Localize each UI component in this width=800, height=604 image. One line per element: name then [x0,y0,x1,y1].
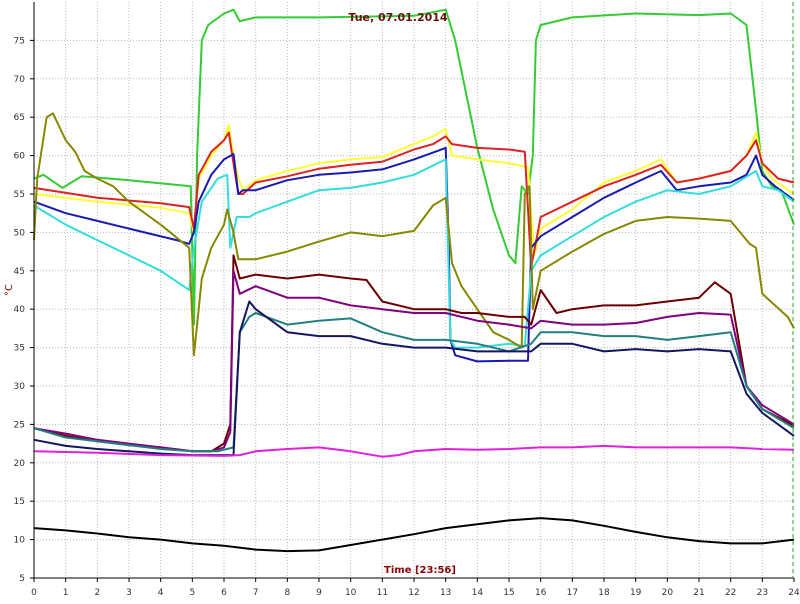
x-tick-label: 20 [662,588,674,598]
x-tick-label: 8 [284,588,290,598]
x-tick-label: 6 [221,588,227,598]
x-tick-label: 15 [503,588,514,598]
x-tick-label: 23 [757,588,768,598]
y-tick-label: 35 [14,344,25,354]
x-tick-label: 21 [693,588,704,598]
x-tick-label: 17 [567,588,578,598]
y-axis-label: °C [4,284,15,296]
x-tick-label: 22 [725,588,736,598]
x-tick-label: 13 [440,588,451,598]
x-tick-label: 16 [535,588,547,598]
x-tick-label: 12 [408,588,419,598]
x-tick-label: 10 [345,588,357,598]
y-tick-label: 15 [14,497,25,507]
y-tick-label: 20 [14,459,26,469]
y-tick-label: 75 [14,36,25,46]
y-tick-label: 5 [19,574,25,584]
y-tick-label: 60 [14,152,26,162]
line-chart: 0 1 2 3 4 5 6 7 8 9 10 11 12 13 14 15 16 17 18 19 20 21 22 23 24… [4,2,800,598]
y-tick-label: 10 [14,536,26,546]
x-tick-label: 19 [630,588,642,598]
chart-container: 0 1 2 3 4 5 6 7 8 9 10 11 12 13 14 15 16 17 18 19 20 21 22 23 24… [0,0,800,600]
y-tick-label: 55 [14,190,25,200]
x-tick-label: 11 [377,588,388,598]
x-tick-label: 14 [472,588,484,598]
x-tick-label: 4 [158,588,164,598]
y-tick-label: 45 [14,267,25,277]
x-tick-label: 3 [126,588,132,598]
y-tick-label: 25 [14,420,25,430]
x-axis-label: Time [23:56] [384,565,456,576]
x-tick-label: 5 [189,588,195,598]
x-tick-label: 24 [788,588,800,598]
y-tick-label: 70 [14,75,26,85]
chart-title: Tue, 07.01.2014 [348,11,448,24]
x-tick-label: 2 [94,588,100,598]
x-tick-label: 1 [63,588,69,598]
x-tick-label: 9 [316,588,322,598]
x-tick-label: 0 [31,588,37,598]
y-tick-label: 40 [14,305,26,315]
y-tick-label: 65 [14,113,25,123]
x-tick-label: 7 [253,588,259,598]
y-tick-label: 50 [14,228,26,238]
y-tick-label: 30 [14,382,26,392]
x-tick-label: 18 [598,588,610,598]
